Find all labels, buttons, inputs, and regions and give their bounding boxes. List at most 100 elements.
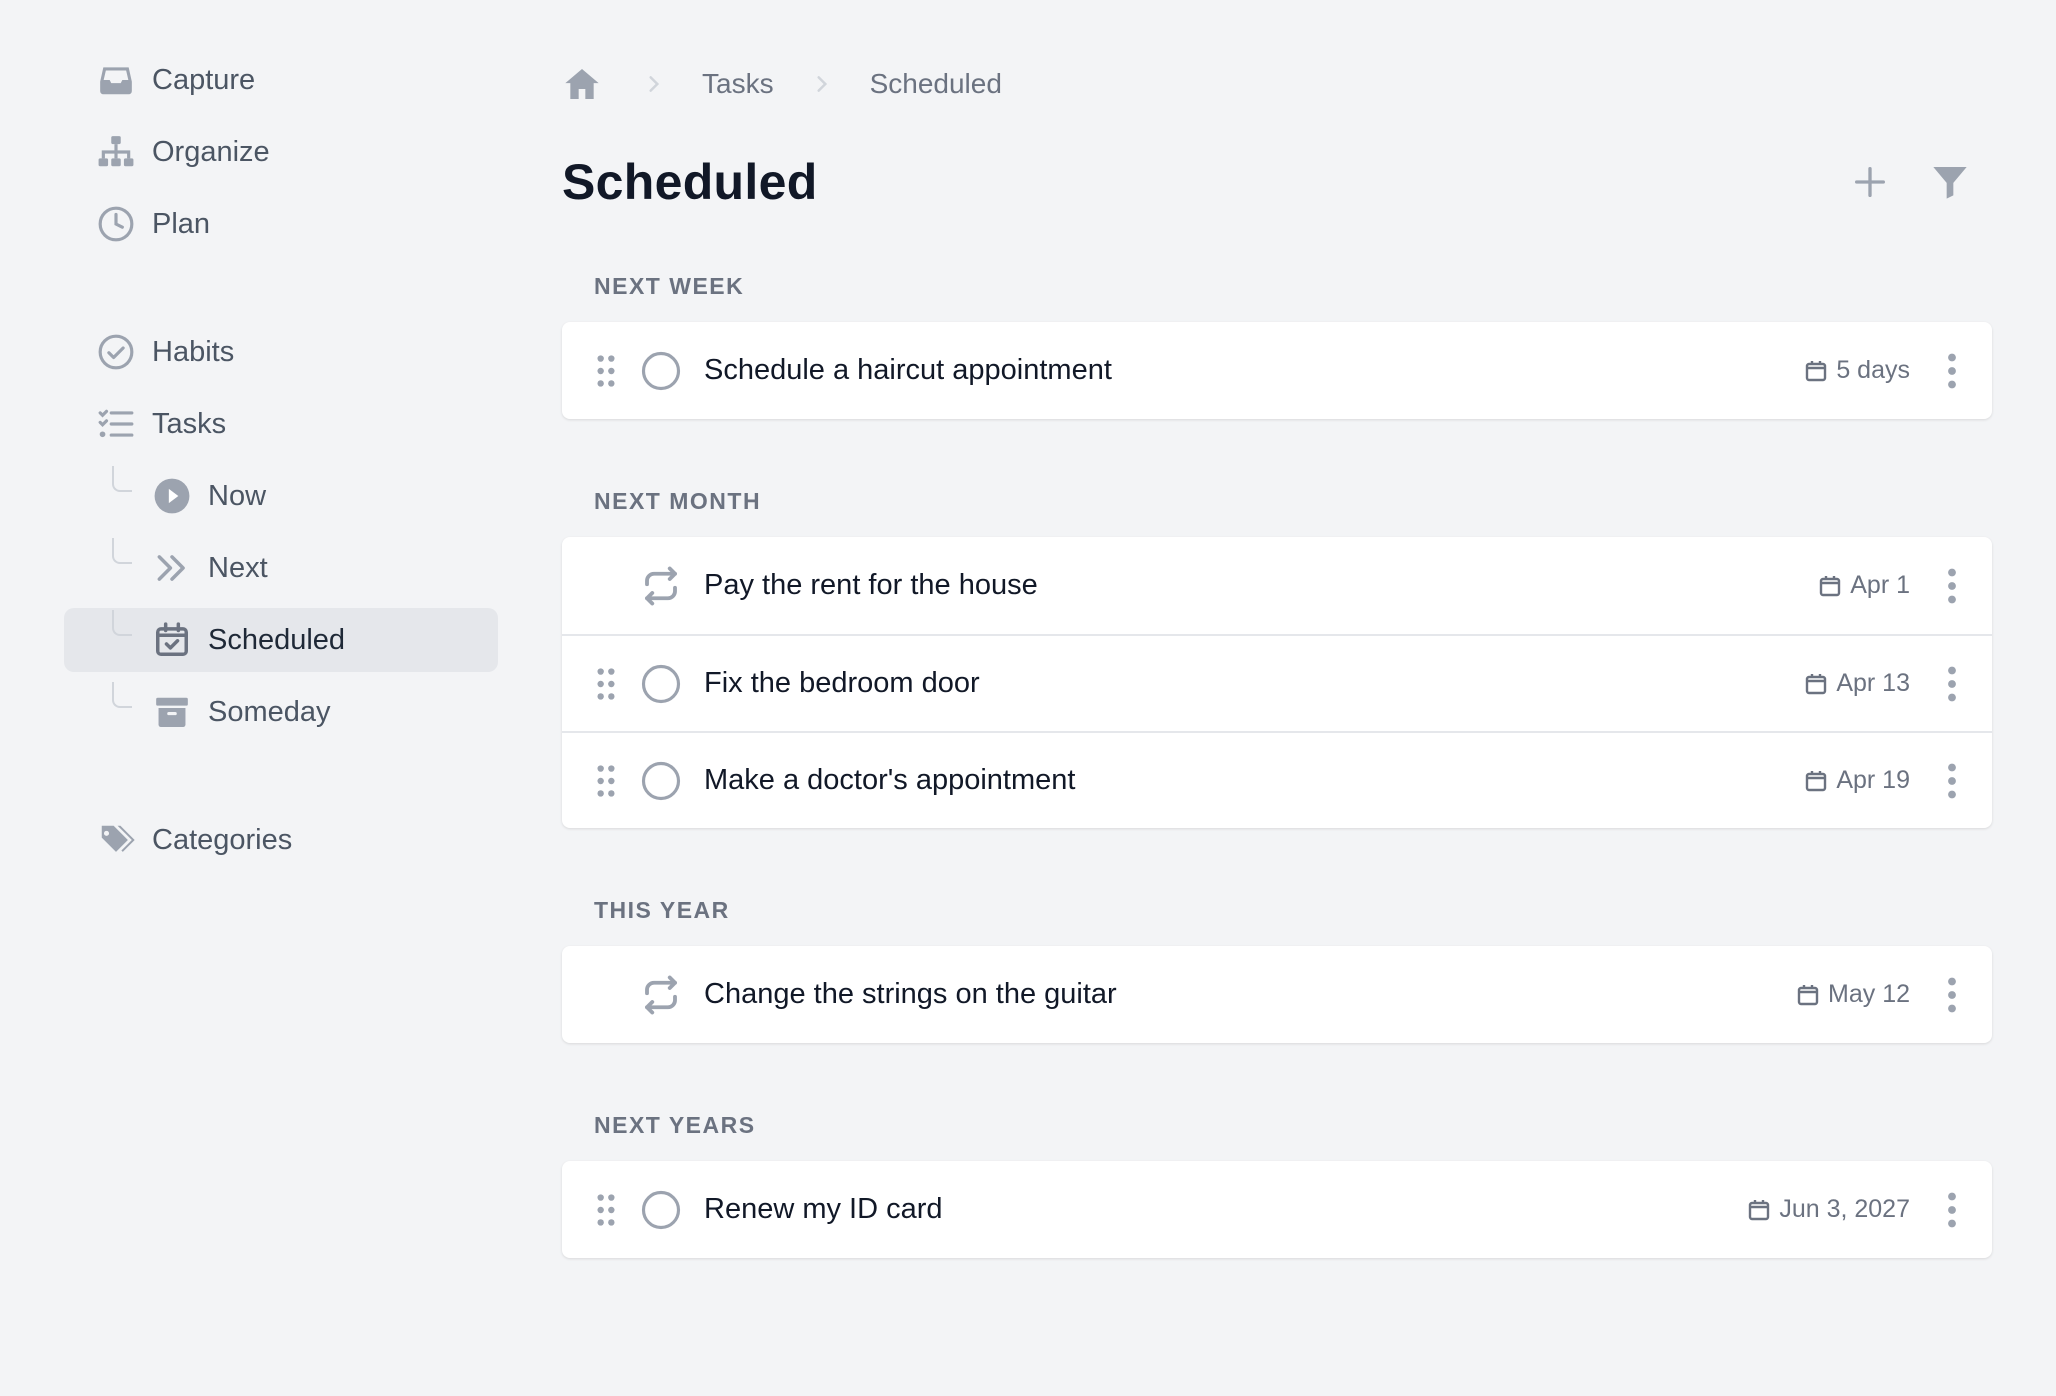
sidebar-item-organize[interactable]: Organize [64,120,498,184]
tree-connector [112,538,132,564]
more-options-button[interactable] [1940,664,1964,704]
task-title: Fix the bedroom door [704,667,980,699]
due-date-text: 5 days [1836,356,1910,384]
task-card: Change the strings on the guitar May 12 [562,946,1992,1043]
task-groups: NEXT WEEK Schedule a haircut appointment… [562,266,1992,1258]
recurring-task-indicator[interactable] [640,974,682,1016]
title-row: Scheduled [562,146,1992,218]
drag-handle-icon[interactable] [592,666,620,702]
empty-circle-icon [641,664,681,703]
group-label: NEXT WEEK [594,272,745,299]
list-check-icon [96,404,136,444]
tree-connector [112,682,132,708]
sidebar-item-label: Habits [152,335,235,368]
group-label: THIS YEAR [594,896,730,923]
kebab-menu-icon [1948,977,1956,1012]
sidebar-item-label: Organize [152,135,270,168]
sidebar-item-plan[interactable]: Plan [64,192,498,256]
plus-icon [1855,167,1885,197]
sitemap-icon [96,132,136,172]
repeat-icon [645,566,677,605]
task-title: Change the strings on the guitar [704,978,1117,1010]
task-row[interactable]: Pay the rent for the house Apr 1 [562,537,1992,634]
more-options-button[interactable] [1940,351,1964,391]
task-group: NEXT MONTH Pay the rent for the house Ap… [562,481,1992,828]
title-actions [1848,160,1972,204]
task-row[interactable]: Renew my ID card Jun 3, 2027 [562,1161,1992,1258]
empty-circle-icon [641,1190,681,1229]
task-row[interactable]: Schedule a haircut appointment 5 days [562,322,1992,419]
sidebar-item-habits[interactable]: Habits [64,320,498,384]
task-card: Pay the rent for the house Apr 1 Fix the… [562,537,1992,828]
more-options-button[interactable] [1940,1190,1964,1230]
archive-icon [152,692,192,732]
drag-handle-icon[interactable] [592,353,620,389]
more-options-button[interactable] [1940,761,1964,801]
task-title: Pay the rent for the house [704,569,1038,601]
task-checkbox[interactable] [640,760,682,802]
breadcrumb-scheduled[interactable]: Scheduled [870,68,1002,100]
home-icon[interactable] [562,62,606,106]
filter-button[interactable] [1928,160,1972,204]
page-title: Scheduled [562,154,818,210]
task-title: Schedule a haircut appointment [704,354,1112,386]
sidebar-item-label: Plan [152,207,211,240]
app-root: Capture Organize Plan Habits Tasks Now N… [0,0,2056,1396]
due-date-text: May 12 [1828,980,1910,1008]
sidebar-item-label: Next [208,551,268,584]
tags-icon [96,820,136,860]
sidebar-item-someday[interactable]: Someday [64,680,498,744]
task-row[interactable]: Make a doctor's appointment Apr 19 [562,731,1992,828]
kebab-menu-icon [1948,763,1956,798]
recurring-task-indicator[interactable] [640,565,682,607]
sidebar-item-now[interactable]: Now [64,464,498,528]
task-row[interactable]: Change the strings on the guitar May 12 [562,946,1992,1043]
calendar-icon [1797,984,1819,1005]
calendar-icon [1806,360,1827,381]
add-task-button[interactable] [1848,160,1892,204]
task-title: Make a doctor's appointment [704,764,1076,796]
sidebar-item-scheduled[interactable]: Scheduled [64,608,498,672]
kebab-menu-icon [1948,568,1956,603]
drag-handle-icon[interactable] [592,1192,620,1228]
repeat-icon [645,975,677,1014]
more-options-button[interactable] [1940,975,1964,1015]
task-group: NEXT WEEK Schedule a haircut appointment… [562,266,1992,419]
sidebar-item-categories[interactable]: Categories [64,808,498,872]
calendar-check-icon [152,620,192,660]
kebab-menu-icon [1948,1192,1956,1227]
task-checkbox[interactable] [640,663,682,705]
task-card: Renew my ID card Jun 3, 2027 [562,1161,1992,1258]
play-circle-icon [152,476,192,516]
task-row[interactable]: Fix the bedroom door Apr 13 [562,634,1992,731]
sidebar-item-label: Tasks [152,407,227,440]
breadcrumb: Tasks Scheduled [562,56,1992,112]
due-date: May 12 [1796,980,1910,1009]
breadcrumb-tasks[interactable]: Tasks [702,68,774,100]
inbox-icon [96,60,136,100]
check-circle-icon [96,332,136,372]
group-label: NEXT YEARS [594,1111,756,1138]
kebab-menu-icon [1948,353,1956,388]
sidebar-item-label: Categories [152,823,293,856]
main-content: Tasks Scheduled Scheduled NEXT WEEK Sche… [562,56,1992,1258]
task-checkbox[interactable] [640,350,682,392]
task-group: THIS YEAR Change the strings on the guit… [562,890,1992,1043]
due-date: Apr 13 [1804,669,1910,698]
calendar-icon [1806,673,1827,694]
chevron-right-icon [644,74,664,94]
clock-icon [96,204,136,244]
empty-circle-icon [641,351,681,390]
task-checkbox[interactable] [640,1189,682,1231]
sidebar-item-tasks[interactable]: Tasks [64,392,498,456]
calendar-icon [1749,1199,1770,1220]
more-options-button[interactable] [1940,566,1964,606]
empty-circle-icon [641,761,681,800]
filter-icon [1933,167,1967,199]
sidebar-item-capture[interactable]: Capture [64,48,498,112]
drag-handle-icon[interactable] [592,763,620,799]
task-card: Schedule a haircut appointment 5 days [562,322,1992,419]
due-date: Apr 1 [1818,571,1910,600]
due-date: 5 days [1804,356,1910,385]
sidebar-item-next[interactable]: Next [64,536,498,600]
